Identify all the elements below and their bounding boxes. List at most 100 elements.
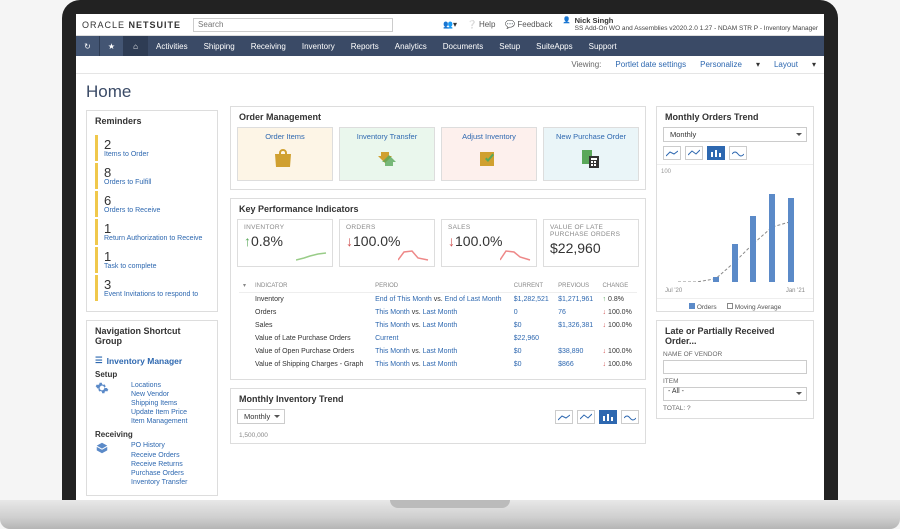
card-order-items[interactable]: Order Items — [237, 127, 333, 181]
shortcut-link[interactable]: Purchase Orders — [131, 469, 187, 478]
period-link[interactable]: Last Month — [423, 361, 458, 368]
nav-shipping[interactable]: Shipping — [196, 36, 243, 56]
inventory-trend-portlet: Monthly Inventory Trend Monthly 1,500,00… — [230, 388, 646, 444]
shortcut-link[interactable]: Locations — [131, 381, 187, 390]
reminder-item[interactable]: 1Task to complete — [95, 247, 209, 273]
shortcut-link[interactable]: PO History — [131, 441, 187, 450]
reminder-count: 1 — [104, 250, 209, 263]
inventory-trend-title: Monthly Inventory Trend — [231, 389, 645, 409]
viewing-value-link[interactable]: Portlet date settings — [615, 60, 686, 69]
chart-type-wave-icon[interactable] — [621, 410, 639, 424]
role-switch-icon[interactable]: 👥▾ — [443, 20, 457, 29]
chart-type-bar-icon[interactable] — [707, 146, 725, 160]
expand-icon[interactable]: ▾ — [243, 283, 246, 289]
period-link[interactable]: This Month — [375, 322, 410, 329]
nav-activities[interactable]: Activities — [148, 36, 196, 56]
legend-dot-orders — [689, 303, 695, 309]
reminder-item[interactable]: 1Return Authorization to Receive — [95, 219, 209, 245]
reminder-item[interactable]: 2Items to Order — [95, 135, 209, 161]
period-link[interactable]: Current — [375, 335, 398, 342]
card-label: Order Items — [265, 132, 305, 141]
reminder-count: 6 — [104, 194, 209, 207]
item-select[interactable]: - All - — [663, 387, 807, 401]
reminders-title: Reminders — [87, 111, 217, 131]
legend-dot-ma — [727, 303, 733, 309]
nav-home-icon[interactable]: ⌂ — [124, 36, 148, 56]
chart-type-bar-icon[interactable] — [599, 410, 617, 424]
help-label: Help — [479, 20, 495, 29]
right-column: Monthly Orders Trend Monthly — [652, 74, 824, 500]
header-actions: 👥▾ ❔ Help 💬 Feedback 👤 Nick Singh SS Add… — [443, 17, 818, 32]
shortcut-section-receiving: Receiving — [95, 430, 209, 439]
chart-bar — [732, 244, 738, 283]
kpi-tile-orders[interactable]: ORDERS ↓100.0% — [339, 219, 435, 267]
feedback-label: Feedback — [517, 20, 552, 29]
kpi-tile-late-po[interactable]: VALUE OF LATE PURCHASE ORDERS $22,960 — [543, 219, 639, 267]
card-new-po[interactable]: New Purchase Order — [543, 127, 639, 181]
shortcut-link[interactable]: Receive Orders — [131, 451, 187, 460]
user-block[interactable]: 👤 Nick Singh SS Add-On WO and Assemblies… — [563, 17, 818, 32]
nav-reports[interactable]: Reports — [343, 36, 387, 56]
kpi-portlet: Key Performance Indicators INVENTORY ↑0.… — [230, 198, 646, 380]
kpi-tile-inventory[interactable]: INVENTORY ↑0.8% — [237, 219, 333, 267]
kpi-tile-sales[interactable]: SALES ↓100.0% — [441, 219, 537, 267]
reminder-item[interactable]: 6Orders to Receive — [95, 191, 209, 217]
orders-trend-period-select[interactable]: Monthly — [663, 127, 807, 142]
nav-receiving[interactable]: Receiving — [243, 36, 294, 56]
period-link[interactable]: Last Month — [423, 348, 458, 355]
kpi-col: CURRENT — [510, 279, 554, 293]
shortcut-link[interactable]: New Vendor — [131, 390, 187, 399]
reminder-item[interactable]: 3Event Invitations to respond to — [95, 275, 209, 301]
shopping-bag-icon — [273, 147, 297, 171]
kpi-row: Value of Shipping Charges - GraphThis Mo… — [239, 358, 637, 371]
period-link[interactable]: Last Month — [423, 322, 458, 329]
personalize-link[interactable]: Personalize — [700, 60, 742, 69]
nav-setup[interactable]: Setup — [491, 36, 528, 56]
shortcut-link[interactable]: Item Management — [131, 417, 187, 426]
period-link[interactable]: End of This Month — [375, 296, 432, 303]
chart-type-line-icon[interactable] — [685, 146, 703, 160]
nav-documents[interactable]: Documents — [435, 36, 491, 56]
period-link[interactable]: Last Month — [423, 309, 458, 316]
period-link[interactable]: This Month — [375, 348, 410, 355]
card-label: New Purchase Order — [556, 132, 626, 141]
kpi-value: 100.0% — [455, 233, 502, 249]
shortcut-root[interactable]: ☰Inventory Manager — [95, 355, 209, 366]
nav-suiteapps[interactable]: SuiteApps — [528, 36, 580, 56]
reminder-item[interactable]: 8Orders to Fulfill — [95, 163, 209, 189]
brand-netsuite: NETSUITE — [129, 20, 182, 30]
reminders-portlet: Reminders 2Items to Order 8Orders to Ful… — [86, 110, 218, 312]
layout-link[interactable]: Layout — [774, 60, 798, 69]
shortcut-link[interactable]: Update Item Price — [131, 408, 187, 417]
card-inventory-transfer[interactable]: Inventory Transfer — [339, 127, 435, 181]
nav-support[interactable]: Support — [581, 36, 625, 56]
shortcut-link[interactable]: Receive Returns — [131, 460, 187, 469]
feedback-link[interactable]: 💬 Feedback — [505, 20, 552, 29]
shortcut-portlet: Navigation Shortcut Group ☰Inventory Man… — [86, 320, 218, 496]
viewing-label: Viewing: — [571, 60, 601, 69]
chart-type-line-icon[interactable] — [577, 410, 595, 424]
period-link[interactable]: This Month — [375, 361, 410, 368]
card-adjust-inventory[interactable]: Adjust Inventory — [441, 127, 537, 181]
search-input[interactable] — [193, 18, 393, 32]
nav-inventory[interactable]: Inventory — [294, 36, 343, 56]
order-management-portlet: Order Management Order Items Inventory T… — [230, 106, 646, 190]
nav-analytics[interactable]: Analytics — [387, 36, 435, 56]
period-link[interactable]: End of Last Month — [445, 296, 502, 303]
shortcut-link[interactable]: Shipping Items — [131, 399, 187, 408]
nav-history-icon[interactable]: ↻ — [76, 36, 100, 56]
shortcut-link[interactable]: Inventory Transfer — [131, 478, 187, 487]
order-management-title: Order Management — [231, 107, 645, 127]
vendor-input[interactable] — [663, 360, 807, 374]
nav-star-icon[interactable]: ★ — [100, 36, 124, 56]
period-link[interactable]: This Month — [375, 309, 410, 316]
adjust-icon — [477, 147, 501, 171]
document-calc-icon — [579, 147, 603, 171]
chart-type-wave-icon[interactable] — [729, 146, 747, 160]
inventory-trend-period-select[interactable]: Monthly — [237, 409, 285, 424]
kpi-row: Value of Late Purchase OrdersCurrent$22,… — [239, 332, 637, 345]
chart-type-area-icon[interactable] — [663, 146, 681, 160]
global-header: ORACLE NETSUITE 👥▾ ❔ Help 💬 Feedback 👤 N… — [76, 14, 824, 36]
chart-type-area-icon[interactable] — [555, 410, 573, 424]
help-link[interactable]: ❔ Help — [467, 20, 495, 29]
